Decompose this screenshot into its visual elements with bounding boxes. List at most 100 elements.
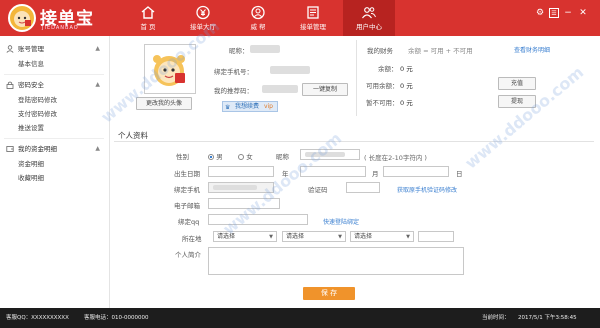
sidebar-item-pay-password[interactable]: 支付密码修改 bbox=[0, 108, 110, 120]
location-label: 所在地 bbox=[182, 235, 202, 243]
nav-order-manage[interactable]: 接单管理 bbox=[288, 0, 338, 36]
frozen-value: 0 元 bbox=[400, 99, 413, 107]
nickname-label: 昵称： bbox=[229, 47, 249, 55]
sidebar-group-funds[interactable]: 我的资金明细 ▲ bbox=[0, 142, 110, 156]
referral-label: 我的推荐码： bbox=[214, 87, 253, 95]
sidebar-item-push-settings[interactable]: 推送设置 bbox=[0, 122, 110, 134]
gender-female-label: 女 bbox=[246, 153, 253, 161]
settings-icon[interactable]: ⚙ bbox=[535, 8, 545, 18]
minimize-icon[interactable]: − bbox=[563, 8, 573, 18]
nav-user-center[interactable]: 用户中心 bbox=[343, 0, 395, 36]
renew-vip-button[interactable]: ♛ 我想续费 vip bbox=[222, 101, 278, 112]
nickname-field-label: 昵称 bbox=[276, 153, 289, 161]
logo-subtitle: JIEDANBAO bbox=[42, 25, 79, 31]
sidebar-item-login-password[interactable]: 登陆密码修改 bbox=[0, 94, 110, 106]
save-button[interactable]: 保 存 bbox=[303, 287, 355, 300]
phone-value bbox=[270, 66, 310, 74]
footer-bar: 客服QQ：XXXXXXXXXX 客服电话：010-0000000 当前时间： 2… bbox=[0, 308, 600, 328]
sidebar-item-basic-info[interactable]: 基本信息 bbox=[0, 58, 110, 70]
month-label: 月 bbox=[372, 170, 379, 178]
radio-unchecked-icon bbox=[238, 154, 244, 160]
lock-icon bbox=[6, 81, 14, 89]
change-avatar-button[interactable]: 更改我的头像 bbox=[136, 97, 192, 110]
nickname-hint: ( 长度在2-10字符内 ) bbox=[364, 154, 427, 162]
city-select[interactable]: 请选择 ▼ bbox=[282, 231, 346, 242]
divider bbox=[114, 141, 594, 142]
city-select-value: 请选择 bbox=[286, 233, 305, 240]
sidebar: 账号管理 ▲ 基本信息 密码安全 ▲ 登陆密码修改 支付密码修改 推送设置 我的… bbox=[0, 36, 110, 308]
sidebar-group-label: 密码安全 bbox=[18, 81, 44, 89]
document-icon bbox=[307, 6, 319, 19]
nickname-value bbox=[250, 45, 280, 53]
radio-checked-icon bbox=[208, 154, 214, 160]
divider bbox=[4, 138, 104, 139]
finance-legend: 余额 = 可用 + 不可用 bbox=[408, 47, 473, 55]
chevron-down-icon: ▼ bbox=[338, 234, 342, 240]
qq-bind-link[interactable]: 快速登陆绑定 bbox=[323, 217, 359, 226]
province-select[interactable]: 请选择 ▼ bbox=[213, 231, 277, 242]
sidebar-group-label: 我的资金明细 bbox=[18, 145, 57, 153]
menu-icon[interactable]: ☰ bbox=[549, 8, 559, 18]
gender-label: 性别 bbox=[176, 153, 189, 161]
chevron-up-icon: ▲ bbox=[95, 145, 100, 152]
birthday-label: 出生日期 bbox=[174, 170, 200, 178]
section-title-personal: 个人资料 bbox=[118, 131, 148, 140]
available-value: 0 元 bbox=[400, 82, 413, 90]
renew-vip-label: 我想续费 bbox=[235, 103, 260, 110]
bound-phone-label: 绑定手机 bbox=[174, 186, 200, 194]
close-icon[interactable]: ✕ bbox=[578, 8, 588, 18]
chevron-down-icon: ▼ bbox=[406, 234, 410, 240]
qq-label: 绑定qq bbox=[178, 218, 200, 226]
finance-title: 我的财务 bbox=[367, 47, 393, 55]
email-label: 电子邮箱 bbox=[174, 202, 200, 210]
district-select[interactable]: 请选择 ▼ bbox=[350, 231, 414, 242]
vip-tag: vip bbox=[263, 103, 273, 110]
current-time-label: 当前时间： bbox=[482, 315, 510, 321]
intro-textarea[interactable] bbox=[208, 247, 464, 275]
intro-label: 个人简介 bbox=[175, 251, 201, 259]
top-bar: 接单宝 JIEDANBAO 首 页 接单大厅 威 帮 接单管理 用户中心 ⚙ ☰… bbox=[0, 0, 600, 36]
gender-female-radio[interactable]: 女 bbox=[238, 151, 253, 161]
frozen-label: 暂不可用： bbox=[366, 99, 399, 107]
finance-detail-link[interactable]: 查看财务明细 bbox=[514, 45, 550, 54]
divider bbox=[4, 74, 104, 75]
users-icon bbox=[362, 7, 376, 19]
code-input[interactable] bbox=[346, 182, 380, 193]
crown-icon: ♛ bbox=[225, 104, 231, 111]
birth-year-input[interactable] bbox=[208, 166, 274, 177]
user-circle-icon bbox=[251, 5, 265, 20]
day-label: 日 bbox=[456, 170, 463, 178]
chevron-up-icon: ▲ bbox=[95, 45, 100, 52]
birth-day-input[interactable] bbox=[383, 166, 449, 177]
wallet-icon bbox=[6, 146, 14, 152]
nav-user-center-label: 用户中心 bbox=[356, 23, 382, 31]
gender-male-radio[interactable]: 男 bbox=[208, 151, 223, 161]
support-phone: 客服电话：010-0000000 bbox=[84, 315, 149, 321]
address-input[interactable] bbox=[418, 231, 454, 242]
chevron-down-icon: ▼ bbox=[269, 234, 273, 240]
sidebar-item-favorites[interactable]: 收藏明细 bbox=[0, 172, 110, 184]
get-code-link[interactable]: 获取原手机验证码修改 bbox=[397, 185, 457, 194]
referral-value bbox=[262, 85, 298, 93]
nav-order-manage-label: 接单管理 bbox=[300, 23, 326, 31]
home-icon bbox=[141, 6, 155, 19]
balance-value: 0 元 bbox=[400, 65, 413, 73]
district-select-value: 请选择 bbox=[354, 233, 373, 240]
sidebar-group-label: 账号管理 bbox=[18, 45, 44, 53]
nav-home-label: 首 页 bbox=[140, 23, 156, 31]
code-label: 验证码 bbox=[308, 186, 328, 194]
divider bbox=[356, 40, 357, 116]
user-icon bbox=[6, 45, 14, 53]
copy-button[interactable]: 一键复制 bbox=[302, 83, 348, 96]
chevron-up-icon: ▲ bbox=[95, 81, 100, 88]
balance-label: 余额： bbox=[378, 65, 398, 73]
sidebar-item-fund-details[interactable]: 资金明细 bbox=[0, 158, 110, 170]
sidebar-group-account[interactable]: 账号管理 ▲ bbox=[0, 42, 110, 56]
nav-home[interactable]: 首 页 bbox=[123, 0, 173, 36]
sidebar-group-password[interactable]: 密码安全 ▲ bbox=[0, 78, 110, 92]
recharge-button[interactable]: 充值 bbox=[498, 77, 536, 90]
gender-male-label: 男 bbox=[216, 153, 223, 161]
logo-mascot-icon bbox=[8, 4, 36, 32]
nav-weibang[interactable]: 威 帮 bbox=[233, 0, 283, 36]
current-time-value: 2017/5/1 下午3:58:45 bbox=[518, 315, 577, 321]
